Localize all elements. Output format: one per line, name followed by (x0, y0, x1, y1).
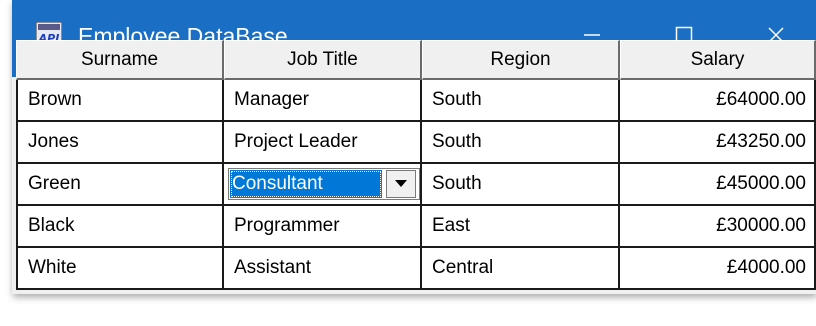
column-header-region[interactable]: Region (422, 40, 620, 80)
dropdown-button[interactable] (386, 170, 416, 198)
cell-job-title[interactable]: Assistant (224, 248, 422, 290)
table-row: Black Programmer East £30000.00 (16, 206, 816, 248)
cell-region[interactable]: East (422, 206, 620, 248)
cell-surname[interactable]: Black (16, 206, 224, 248)
cell-salary[interactable]: £45000.00 (620, 164, 816, 206)
table-row: White Assistant Central £4000.00 (16, 248, 816, 290)
employee-database-window: API Employee DataBase Surname Job Title … (12, 0, 816, 294)
cell-salary[interactable]: £30000.00 (620, 206, 816, 248)
column-header-salary[interactable]: Salary (620, 40, 816, 80)
cell-region[interactable]: South (422, 122, 620, 164)
table-row: Brown Manager South £64000.00 (16, 80, 816, 122)
cell-salary[interactable]: £43250.00 (620, 122, 816, 164)
cell-surname[interactable]: Brown (16, 80, 224, 122)
cell-job-title[interactable]: Manager (224, 80, 422, 122)
cell-region[interactable]: South (422, 80, 620, 122)
cell-surname[interactable]: White (16, 248, 224, 290)
column-header-job-title[interactable]: Job Title (224, 40, 422, 80)
cell-surname[interactable]: Green (16, 164, 224, 206)
employee-grid: Surname Job Title Region Salary Brown Ma… (16, 40, 816, 290)
grid-rows: Brown Manager South £64000.00 Jones Proj… (16, 80, 816, 290)
grid-header: Surname Job Title Region Salary (16, 40, 816, 80)
column-header-surname[interactable]: Surname (16, 40, 224, 80)
chevron-down-icon (395, 180, 407, 187)
cell-region[interactable]: South (422, 164, 620, 206)
job-title-dropdown[interactable]: Consultant (228, 164, 420, 204)
cell-job-title[interactable]: Programmer (224, 206, 422, 248)
cell-salary[interactable]: £4000.00 (620, 248, 816, 290)
table-row: Green Consultant South £45000.00 (16, 164, 816, 206)
cell-salary[interactable]: £64000.00 (620, 80, 816, 122)
table-row: Jones Project Leader South £43250.00 (16, 122, 816, 164)
cell-job-title-editor: Consultant (224, 164, 422, 206)
cell-region[interactable]: Central (422, 248, 620, 290)
dropdown-selected-value[interactable]: Consultant (230, 170, 382, 198)
cell-job-title[interactable]: Project Leader (224, 122, 422, 164)
cell-surname[interactable]: Jones (16, 122, 224, 164)
